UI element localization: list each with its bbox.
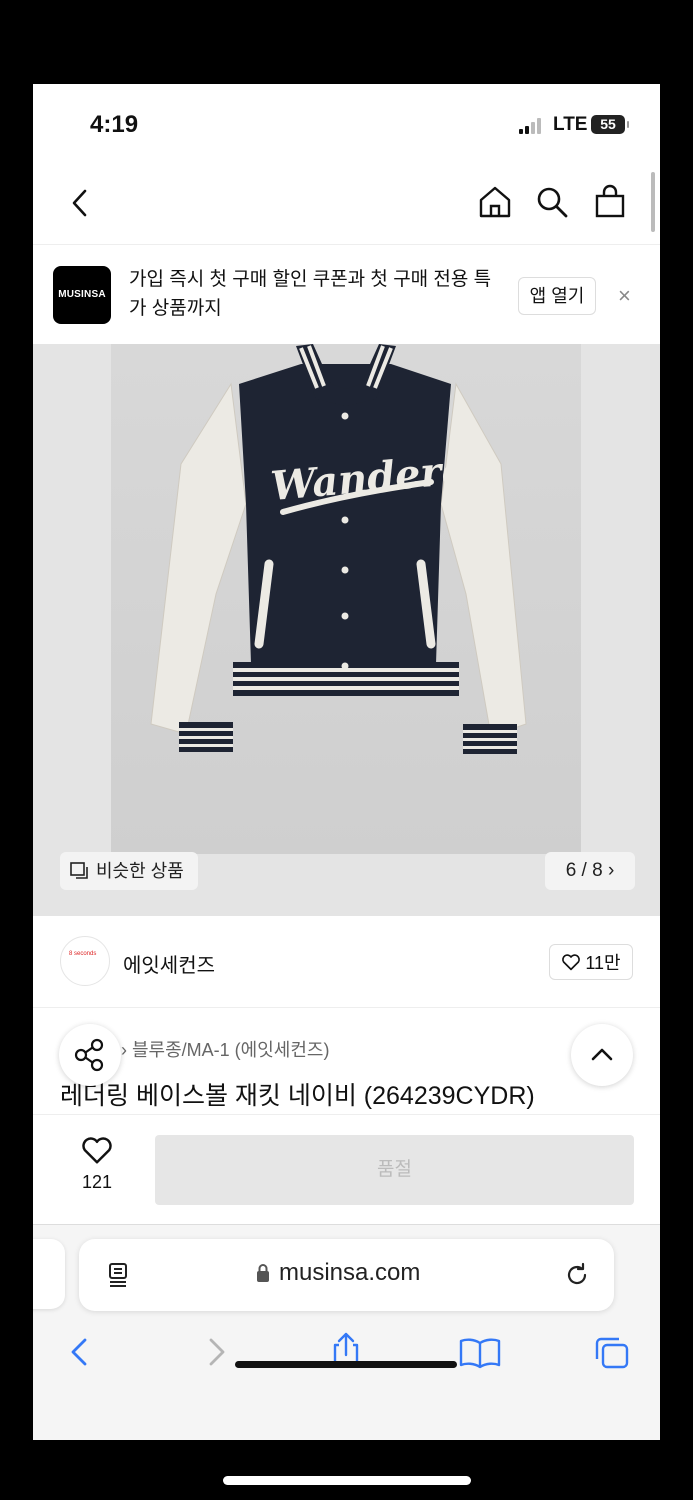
phone-screen: 4:19 LTE 55 MUSINSA 가입 즉시 첫 구매 할인 쿠폰과 첫 …: [33, 84, 660, 1440]
browser-toolbar: [33, 1325, 660, 1385]
lock-icon: [257, 1264, 269, 1282]
back-icon[interactable]: [63, 184, 101, 222]
heart-icon: [82, 1137, 112, 1164]
open-app-button[interactable]: 앱 열기: [518, 277, 596, 315]
product-title: 레더링 베이스볼 재킷 네이비 (264239CYDR): [60, 1082, 535, 1110]
wishlist-count: 121: [81, 1172, 113, 1192]
jacket-illustration: Wanderer: [150, 344, 527, 754]
close-icon[interactable]: ×: [618, 283, 631, 309]
brand-row: 8 seconds 에잇세컨즈 11만: [33, 916, 660, 1008]
purchase-bar: 121 품절: [33, 1114, 660, 1224]
url-text: musinsa.com: [279, 1259, 421, 1286]
product-image[interactable]: Wanderer: [111, 344, 581, 854]
bookmarks-icon[interactable]: [458, 1335, 502, 1369]
reader-icon[interactable]: [105, 1261, 133, 1289]
outer-home-indicator: [223, 1476, 471, 1485]
image-counter[interactable]: 6 / 8 ›: [545, 852, 635, 890]
right-cuff: [463, 724, 517, 754]
battery-icon: 55: [591, 115, 629, 134]
scroll-top-button[interactable]: [571, 1024, 633, 1086]
url-display[interactable]: musinsa.com: [255, 1259, 420, 1287]
left-cuff: [179, 722, 233, 752]
musinsa-logo: MUSINSA: [53, 266, 111, 324]
brand-name[interactable]: 에잇세컨즈: [123, 949, 215, 978]
brand-like-count: 11만: [585, 953, 621, 973]
browser-forward-icon[interactable]: [199, 1335, 233, 1369]
network-label: LTE: [553, 114, 588, 135]
brand-logo[interactable]: 8 seconds: [60, 936, 110, 986]
signal-icon: [519, 116, 547, 134]
chevron-up-icon: [591, 1048, 613, 1061]
scroll-indicator: [651, 172, 655, 232]
brand-like-button[interactable]: 11만: [549, 944, 633, 980]
browser-back-icon[interactable]: [63, 1335, 97, 1369]
status-bar: 4:19 LTE 55: [33, 84, 660, 164]
home-icon[interactable]: [476, 183, 514, 221]
breadcrumb[interactable]: › 블루종/MA-1 (에잇세컨즈): [121, 1036, 329, 1062]
browser-bar: musinsa.com: [33, 1224, 660, 1440]
heart-icon: [562, 954, 581, 971]
home-indicator[interactable]: [235, 1361, 457, 1368]
status-time: 4:19: [90, 111, 139, 138]
product-gallery[interactable]: Wanderer 비슷한 상품 6 / 8 ›: [33, 344, 660, 916]
address-bar[interactable]: musinsa.com: [79, 1239, 614, 1311]
reload-icon[interactable]: [563, 1261, 591, 1289]
app-install-banner: MUSINSA 가입 즉시 첫 구매 할인 쿠폰과 첫 구매 전용 특가 상품까…: [33, 244, 660, 344]
similar-label: 비슷한 상품: [96, 861, 184, 881]
similar-products-button[interactable]: 비슷한 상품: [60, 852, 198, 890]
cart-bag-icon[interactable]: [591, 183, 629, 221]
tabs-icon[interactable]: [593, 1335, 631, 1371]
previous-tab-preview[interactable]: [33, 1239, 65, 1309]
sold-out-button[interactable]: 품절: [155, 1135, 634, 1205]
share-icon: [74, 1038, 104, 1072]
similar-icon: [70, 862, 88, 879]
share-button[interactable]: [59, 1024, 121, 1086]
search-icon[interactable]: [533, 183, 571, 221]
wishlist-button[interactable]: 121: [65, 1135, 129, 1193]
banner-message: 가입 즉시 첫 구매 할인 쿠폰과 첫 구매 전용 특가 상품까지: [129, 269, 492, 319]
